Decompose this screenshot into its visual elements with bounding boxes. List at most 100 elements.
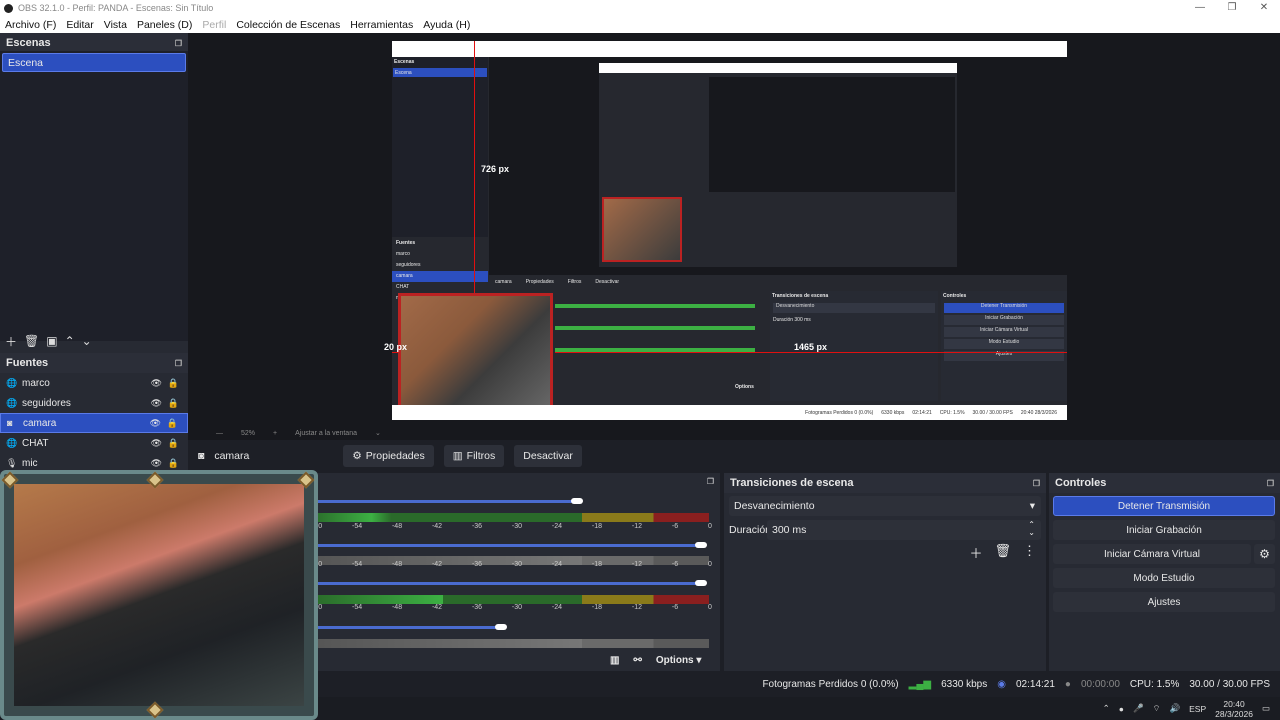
nested-dropped: Fotogramas Perdidos 0 (0.0%)	[805, 409, 874, 416]
scale-tick: -6	[671, 523, 679, 530]
settings-button[interactable]: Ajustes	[1053, 592, 1275, 612]
spin-arrows-icon[interactable]: ⌃ ⌄	[1028, 521, 1035, 537]
scenes-dock: Escenas ❐ Escena ＋ 🗑 ▣ ⌃ ⌄	[0, 33, 188, 353]
undock-icon[interactable]: ❐	[1033, 479, 1040, 488]
zoom-in-icon[interactable]: +	[273, 430, 277, 437]
nested-duration-value: 300 ms	[794, 317, 811, 323]
mixer-layout-icon[interactable]: ▥	[610, 655, 619, 666]
properties-button[interactable]: ⚙ Propiedades	[343, 445, 434, 467]
transition-type-select[interactable]: Desvanecimiento ▾	[729, 496, 1041, 516]
deactivate-button[interactable]: Desactivar	[514, 445, 582, 467]
volume-icon[interactable]: 🔊	[1170, 703, 1181, 714]
volume-slider-mic[interactable]	[312, 626, 502, 629]
filters-label: Filtros	[466, 450, 496, 462]
scale-tick: 0	[707, 523, 712, 530]
menu-edit[interactable]: Editar	[61, 19, 98, 31]
volume-knob[interactable]	[495, 624, 507, 630]
tray-chevron-icon[interactable]: ⌃	[1103, 703, 1110, 714]
notifications-icon[interactable]: ▭	[1262, 703, 1270, 714]
dropped-frames: Fotogramas Perdidos 0 (0.0%)	[762, 678, 899, 690]
close-icon[interactable]: ✕	[1248, 0, 1280, 16]
maximize-icon[interactable]: ❐	[1216, 0, 1248, 16]
nested-preview-2-body	[599, 73, 957, 267]
undock-icon[interactable]: ❐	[1267, 479, 1274, 488]
start-recording-button[interactable]: Iniciar Grabación	[1053, 520, 1275, 540]
virtual-camera-settings-icon[interactable]: ⚙	[1254, 544, 1275, 564]
source-item[interactable]: 🌐 CHAT 👁 🔒	[0, 433, 188, 453]
menu-docks[interactable]: Paneles (D)	[132, 19, 197, 31]
tray-app-icon[interactable]: ●	[1119, 704, 1124, 714]
minimize-icon[interactable]: —	[1184, 0, 1216, 16]
add-transition-icon[interactable]: ＋	[969, 543, 982, 562]
recording-time: 00:00:00	[1080, 678, 1120, 690]
language-indicator[interactable]: ESP	[1189, 704, 1206, 714]
zoom-out-icon[interactable]: —	[216, 430, 223, 437]
lock-icon[interactable]: 🔒	[167, 418, 178, 429]
camera-icon: ◙	[198, 450, 205, 462]
lock-icon[interactable]: 🔒	[168, 458, 179, 469]
source-item[interactable]: ◙ camara 👁 🔒	[0, 413, 188, 433]
lock-icon[interactable]: 🔒	[168, 378, 179, 389]
sources-dock-header: Fuentes ❐	[0, 353, 188, 373]
stop-stream-button[interactable]: Detener Transmisión	[1053, 496, 1275, 516]
lock-icon[interactable]: 🔒	[168, 398, 179, 409]
visibility-eye-icon[interactable]: 👁	[151, 378, 162, 389]
clock[interactable]: 20:40 28/3/2026	[1215, 699, 1253, 719]
move-up-icon[interactable]: ⌃	[65, 334, 75, 348]
nested-fps: 30.00 / 30.00 FPS	[972, 409, 1013, 416]
obs-logo-icon	[4, 3, 13, 13]
menu-help[interactable]: Ayuda (H)	[418, 19, 475, 31]
window-title-bar: OBS 32.1.0 - Perfil: PANDA - Escenas: Si…	[0, 0, 1280, 16]
fit-to-window[interactable]: Ajustar a la ventana	[295, 430, 357, 437]
network-icon[interactable]: ⌔	[1153, 703, 1161, 714]
source-item[interactable]: 🌐 marco 👁 🔒	[0, 373, 188, 393]
studio-mode-button[interactable]: Modo Estudio	[1053, 568, 1275, 588]
source-name: marco	[22, 377, 50, 389]
add-scene-icon[interactable]: ＋	[5, 333, 17, 350]
mixer-undock-icon[interactable]: ❐	[707, 477, 714, 486]
volume-knob[interactable]	[695, 542, 707, 548]
preview-canvas[interactable]: Escenas Escena Fuentes marco seguidores …	[392, 41, 1067, 420]
scenes-title: Escenas	[6, 37, 51, 49]
visibility-eye-icon[interactable]: 👁	[151, 458, 162, 469]
remove-scene-icon[interactable]: 🗑	[24, 334, 39, 348]
microphone-icon[interactable]: 🎤	[1133, 703, 1144, 714]
scale-tick: -54	[351, 561, 363, 568]
visibility-eye-icon[interactable]: 👁	[150, 418, 161, 429]
scale-tick: -6	[671, 561, 679, 568]
nested-control-button: Iniciar Grabación	[944, 315, 1064, 325]
visibility-eye-icon[interactable]: 👁	[151, 438, 162, 449]
undock-icon[interactable]: ❐	[175, 359, 182, 368]
fit-dropdown-icon[interactable]: ⌄	[375, 429, 381, 437]
menu-tools[interactable]: Herramientas	[345, 19, 418, 31]
volume-slider-seguidores[interactable]	[312, 544, 702, 547]
audio-mixer: ❐ -6 0 -54 -48 -42 -36 -30 -24 -18 -12 -6 0 -6 0 -54 -…	[305, 473, 720, 671]
move-down-icon[interactable]: ⌄	[82, 334, 92, 348]
menu-view[interactable]: Vista	[99, 19, 132, 31]
mixer-link-icon[interactable]: ⚯	[633, 655, 641, 666]
menu-profile[interactable]: Perfil	[197, 19, 231, 31]
scene-filters-icon[interactable]: ▣	[46, 334, 57, 348]
duration-spinbox[interactable]: 300 ms ⌃ ⌄	[767, 520, 1041, 540]
source-item[interactable]: 🌐 seguidores 👁 🔒	[0, 393, 188, 413]
remove-transition-icon[interactable]: 🗑	[994, 543, 1011, 562]
volume-knob[interactable]	[695, 580, 707, 586]
lock-icon[interactable]: 🔒	[168, 438, 179, 449]
nested-menu-bar	[392, 41, 1067, 57]
menu-scene-collection[interactable]: Colección de Escenas	[231, 19, 345, 31]
mixer-options-button[interactable]: Options ▾	[656, 655, 702, 666]
volume-knob[interactable]	[571, 498, 583, 504]
scene-item[interactable]: Escena	[2, 53, 186, 72]
volume-slider-camara[interactable]	[312, 582, 702, 585]
menu-file[interactable]: Archivo (F)	[0, 19, 61, 31]
controls-title: Controles	[1055, 477, 1107, 489]
scale-tick: -30	[511, 604, 523, 611]
more-options-icon[interactable]: ⋮	[1023, 543, 1036, 562]
undock-icon[interactable]: ❐	[175, 39, 182, 48]
visibility-eye-icon[interactable]: 👁	[151, 398, 162, 409]
filters-button[interactable]: ▥ Filtros	[443, 445, 505, 467]
scale-tick: -18	[591, 604, 603, 611]
start-virtual-camera-button[interactable]: Iniciar Cámara Virtual	[1053, 544, 1251, 564]
scale-tick: -12	[631, 604, 642, 611]
volume-slider-marco[interactable]	[312, 500, 577, 503]
